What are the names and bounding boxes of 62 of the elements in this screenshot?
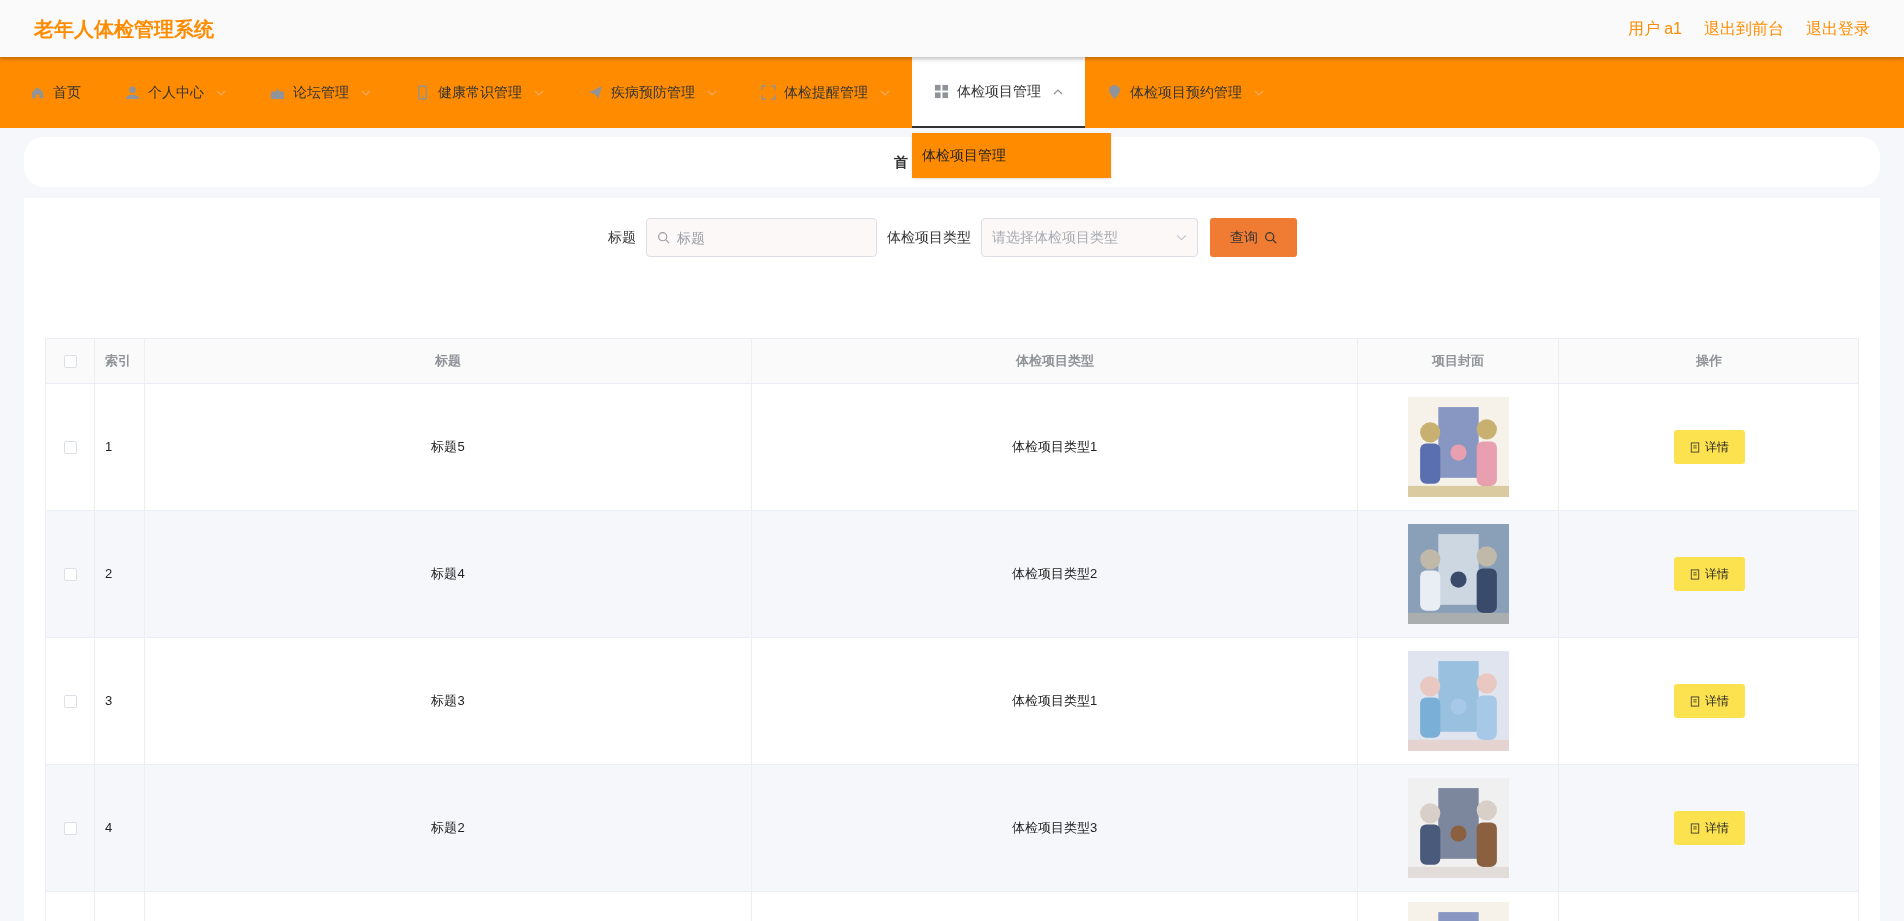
grid-icon — [934, 84, 949, 99]
nav-item[interactable]: 体检提醒管理 — [739, 57, 912, 128]
details-button[interactable]: 详情 — [1673, 684, 1745, 718]
table-cell-text: 体检项目类型1 — [1011, 438, 1098, 457]
column-header: 项目封面 — [1432, 352, 1484, 371]
field-label: 体检项目类型 — [886, 228, 971, 247]
user-icon — [125, 85, 140, 100]
caret-down-icon — [880, 89, 890, 96]
frame-icon — [761, 85, 776, 100]
checkbox[interactable] — [63, 821, 77, 835]
column-header: 标题 — [435, 352, 461, 371]
details-button[interactable]: 详情 — [1673, 557, 1745, 591]
caret-down-icon — [707, 89, 717, 96]
table-cell-text: 3 — [105, 692, 113, 711]
caret-down-icon — [534, 89, 544, 96]
document-icon — [1689, 441, 1700, 453]
dropdown-item[interactable]: 体检项目管理 — [912, 133, 1111, 178]
caret-down-icon — [216, 89, 226, 96]
field-label: 标题 — [607, 228, 636, 247]
input-field[interactable]: 标题 — [645, 218, 877, 257]
column-header: 索引 — [105, 352, 131, 371]
table-cell-text: 2 — [105, 565, 113, 584]
search-icon — [656, 231, 670, 244]
nav-item[interactable]: 首页 — [8, 57, 103, 128]
caret-down-icon — [361, 89, 371, 96]
nav-item[interactable]: 疾病预防管理 — [566, 57, 739, 128]
document-icon — [1689, 568, 1700, 580]
details-button[interactable]: 详情 — [1673, 811, 1745, 845]
table-cell-text: 标题2 — [431, 819, 465, 838]
nav-item[interactable]: 体检项目管理 — [912, 57, 1085, 128]
app-title: 老年人体检管理系统 — [34, 16, 214, 42]
phone-icon — [415, 85, 430, 100]
document-icon — [1689, 822, 1700, 834]
table-cell-text: 标题5 — [431, 438, 465, 457]
chevron-down-icon — [1175, 234, 1187, 241]
table-cell-text: 体检项目类型2 — [1011, 565, 1098, 584]
search-icon — [1263, 231, 1277, 244]
table-cell-text: 标题4 — [431, 565, 465, 584]
column-header: 体检项目类型 — [1015, 352, 1094, 371]
table-cell-text: 1 — [105, 438, 113, 457]
checkbox[interactable] — [63, 440, 77, 454]
nav-item[interactable]: 健康常识管理 — [393, 57, 566, 128]
home-icon — [30, 85, 45, 100]
checkbox[interactable] — [63, 694, 77, 708]
table-cell-text: 标题3 — [431, 692, 465, 711]
breadcrumb-text: 首 — [894, 152, 908, 172]
table-cell-text: 4 — [105, 819, 113, 838]
caret-up-icon — [1053, 88, 1063, 95]
nav-item[interactable]: 体检项目预约管理 — [1085, 57, 1286, 128]
table-cell-text: 体检项目类型1 — [1011, 692, 1098, 711]
nav-item[interactable]: 个人中心 — [103, 57, 248, 128]
column-header: 操作 — [1696, 352, 1722, 371]
caret-down-icon — [1254, 89, 1264, 96]
query-button[interactable]: 查询 — [1209, 218, 1297, 257]
checkbox[interactable] — [63, 567, 77, 581]
document-icon — [1689, 695, 1700, 707]
table-cell-text: 体检项目类型3 — [1011, 819, 1098, 838]
checkbox[interactable] — [63, 354, 77, 368]
details-button[interactable]: 详情 — [1673, 430, 1745, 464]
pin-icon — [1107, 85, 1122, 100]
nav-item[interactable]: 论坛管理 — [248, 57, 393, 128]
paper-plane-icon — [588, 85, 603, 100]
